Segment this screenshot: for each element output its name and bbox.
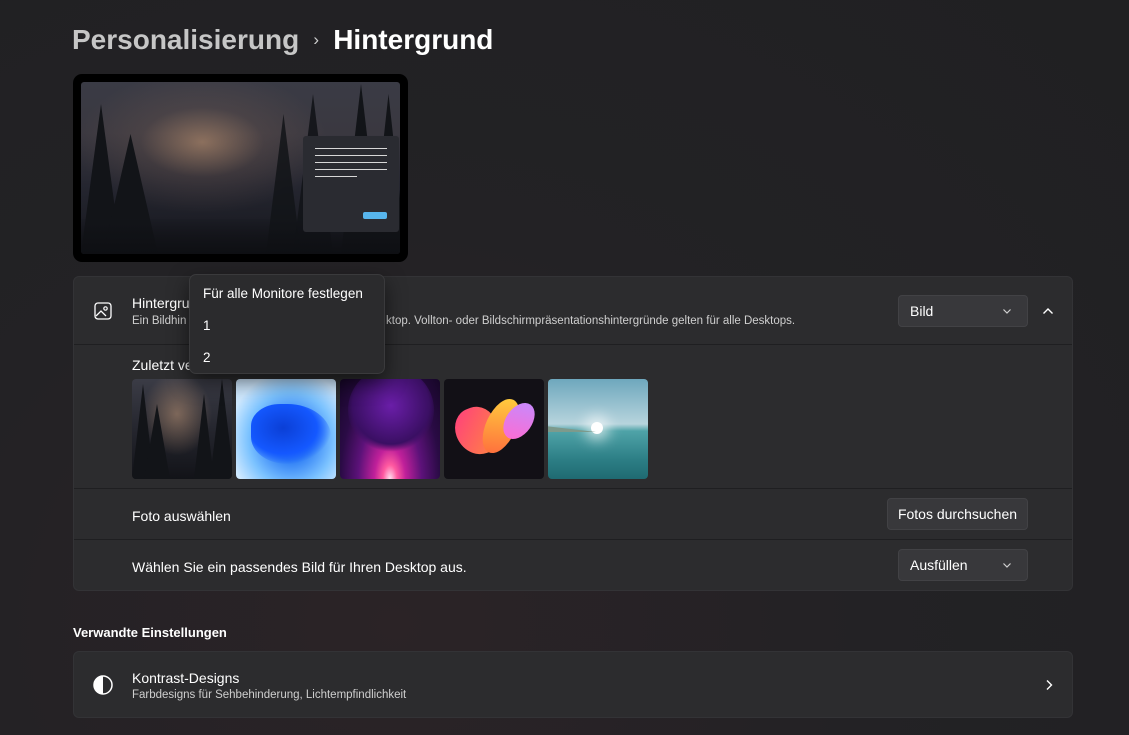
background-type-description-start: Ein Bildhin	[132, 315, 187, 327]
recent-image-bloom-blue[interactable]	[236, 379, 336, 479]
menu-item-monitor-2[interactable]: 2	[203, 350, 211, 365]
fit-dropdown-value: Ausfüllen	[910, 557, 968, 573]
chevron-right-icon	[1046, 680, 1053, 690]
background-type-description: ktop. Vollton- oder Bildschirmpräsentati…	[386, 315, 796, 327]
recent-image-colorful-ribbon[interactable]	[444, 379, 544, 479]
breadcrumb: Personalisierung › Hintergrund	[72, 20, 493, 60]
page-title: Hintergrund	[333, 24, 494, 55]
background-type-dropdown-value: Bild	[910, 303, 934, 319]
background-type-dropdown[interactable]: Bild	[898, 295, 1028, 327]
browse-photos-button[interactable]: Fotos durchsuchen	[887, 498, 1028, 530]
contrast-icon	[92, 674, 114, 696]
recent-image-lake-sunrise[interactable]	[548, 379, 648, 479]
chevron-up-icon	[1043, 308, 1053, 314]
desktop-preview	[73, 74, 408, 262]
collapse-button[interactable]	[1034, 297, 1062, 325]
related-settings-heading: Verwandte Einstellungen	[73, 625, 227, 640]
breadcrumb-parent-link[interactable]: Personalisierung	[72, 24, 299, 56]
recent-image-forest[interactable]	[132, 379, 232, 479]
menu-item-set-all-monitors[interactable]: Für alle Monitore festlegen	[203, 286, 363, 301]
chevron-down-icon	[1003, 563, 1011, 568]
recent-images-label: Zuletzt ve	[132, 357, 193, 373]
recent-image-purple-glow[interactable]	[340, 379, 440, 479]
image-icon	[92, 300, 114, 322]
breadcrumb-chevron-icon: ›	[313, 30, 320, 49]
contrast-themes-title: Kontrast-Designs	[132, 670, 240, 686]
menu-item-monitor-1[interactable]: 1	[203, 318, 211, 333]
monitor-context-menu: Für alle Monitore festlegen 1 2	[189, 274, 385, 374]
fit-dropdown[interactable]: Ausfüllen	[898, 549, 1028, 581]
choose-photo-label: Foto auswählen	[132, 508, 231, 524]
contrast-themes-subtitle: Farbdesigns für Sehbehinderung, Lichtemp…	[132, 689, 407, 701]
preview-window-mockup	[303, 136, 399, 232]
desktop-preview-image	[81, 82, 400, 254]
chevron-down-icon	[1003, 309, 1011, 314]
fit-label: Wählen Sie ein passendes Bild für Ihren …	[132, 559, 467, 575]
background-type-title: Hintergru	[132, 295, 190, 311]
contrast-themes-card[interactable]: Kontrast-Designs Farbdesigns für Sehbehi…	[73, 651, 1073, 718]
